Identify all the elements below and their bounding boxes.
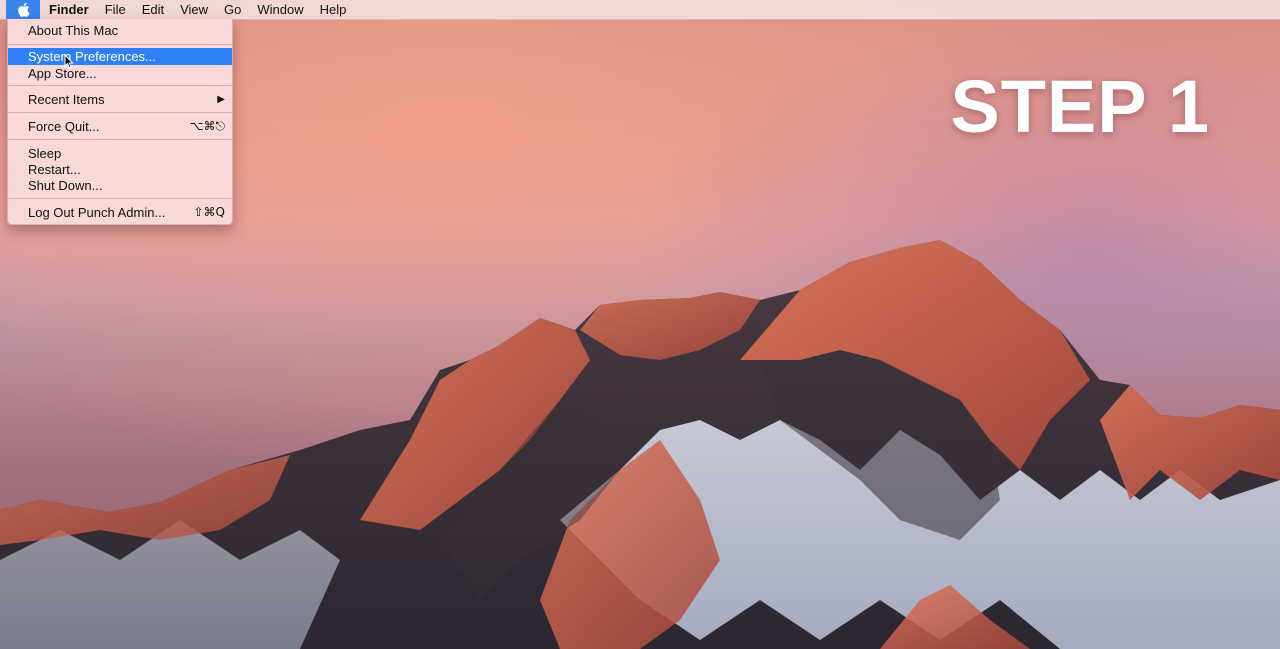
menu-item-sleep[interactable]: Sleep [8, 145, 232, 162]
menu-separator [8, 112, 232, 113]
menu-item-label: Sleep [28, 146, 62, 161]
menu-window[interactable]: Window [249, 0, 311, 19]
menu-item-label: Force Quit... [28, 119, 100, 134]
menu-item-label: Log Out Punch Admin... [28, 205, 166, 220]
menu-item-label: System Preferences... [28, 49, 156, 64]
menu-item-label: Shut Down... [28, 178, 103, 193]
menu-item-label: Recent Items [28, 92, 105, 107]
menu-separator [8, 85, 232, 86]
menu-item-label: App Store... [28, 66, 97, 81]
menu-item-label: Restart... [28, 162, 81, 177]
menu-edit[interactable]: Edit [134, 0, 172, 19]
apple-icon [17, 2, 30, 17]
menu-separator [8, 198, 232, 199]
menu-item-restart[interactable]: Restart... [8, 161, 232, 178]
menu-item-log-out[interactable]: Log Out Punch Admin... ⇧⌘Q [8, 204, 232, 221]
menu-item-recent-items[interactable]: Recent Items ▶ [8, 91, 232, 108]
menu-bar: Finder File Edit View Go Window Help [0, 0, 1280, 20]
menu-item-app-store[interactable]: App Store... [8, 65, 232, 82]
submenu-arrow-icon: ▶ [217, 94, 225, 105]
menu-item-shut-down[interactable]: Shut Down... [8, 177, 232, 194]
menu-file[interactable]: File [97, 0, 134, 19]
force-quit-shortcut: ⌥⌘⎋ [189, 119, 225, 133]
menu-separator [8, 139, 232, 140]
menu-item-system-preferences[interactable]: System Preferences... [8, 48, 232, 65]
apple-menu-dropdown: About This Mac System Preferences... App… [7, 19, 233, 225]
menu-finder[interactable]: Finder [40, 0, 97, 19]
log-out-shortcut: ⇧⌘Q [193, 205, 226, 219]
desktop: Finder File Edit View Go Window Help Abo… [0, 0, 1280, 649]
step-label: STEP 1 [950, 65, 1210, 148]
menu-view[interactable]: View [172, 0, 216, 19]
menu-item-force-quit[interactable]: Force Quit... ⌥⌘⎋ [8, 118, 232, 135]
menu-go[interactable]: Go [216, 0, 249, 19]
menu-separator [8, 44, 232, 45]
apple-menu-button[interactable] [6, 0, 40, 19]
menu-help[interactable]: Help [312, 0, 355, 19]
pointer-cursor-icon [64, 54, 74, 69]
menu-item-label: About This Mac [28, 23, 119, 38]
menu-item-about-this-mac[interactable]: About This Mac [8, 22, 232, 39]
